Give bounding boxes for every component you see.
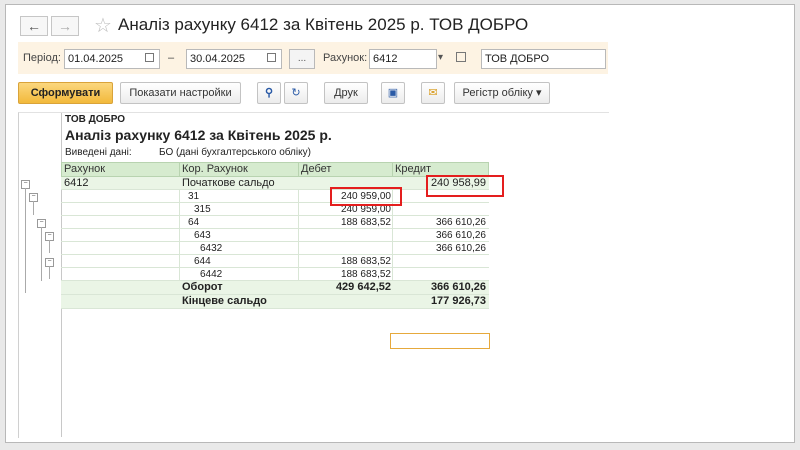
tree-line xyxy=(25,188,26,293)
header-account: Рахунок xyxy=(61,162,180,177)
table-row: 31 240 959,00 xyxy=(61,190,489,203)
cell-cursor[interactable] xyxy=(390,333,490,349)
table-row: 6442 188 683,52 xyxy=(61,268,489,281)
account-field[interactable]: 6412 xyxy=(369,49,437,69)
tree-line xyxy=(33,201,34,215)
refresh-search-button[interactable]: ↻ xyxy=(284,82,308,104)
period-label: Період: xyxy=(23,52,61,64)
favorite-star-icon[interactable]: ☆ xyxy=(94,13,112,38)
search-icon: ⚲ xyxy=(264,87,274,99)
report-title: Аналіз рахунку 6412 за Квітень 2025 р. xyxy=(65,127,332,143)
preview-button[interactable]: ▣ xyxy=(381,82,405,104)
show-settings-button[interactable]: Показати настройки xyxy=(120,82,241,104)
forward-button[interactable]: → xyxy=(51,16,79,36)
highlight-box-credit xyxy=(426,175,504,197)
table-row: 644 188 683,52 xyxy=(61,255,489,268)
envelope-icon: ✉ xyxy=(428,87,438,99)
table-row: 64 188 683,52 366 610,26 xyxy=(61,216,489,229)
data-source-value: БО (дані бухгалтерського обліку) xyxy=(159,147,311,158)
data-source-label: Виведені дані: xyxy=(65,147,132,158)
preview-icon: ▣ xyxy=(387,87,399,99)
highlight-box-debit xyxy=(330,187,402,206)
tree-line xyxy=(41,227,42,281)
table-row: 6432 366 610,26 xyxy=(61,242,489,255)
print-button[interactable]: Друк xyxy=(324,82,368,104)
header-corr-account: Кор. Рахунок xyxy=(179,162,299,177)
period-dash: – xyxy=(168,52,175,64)
refresh-icon: ↻ xyxy=(291,87,301,99)
email-button[interactable]: ✉ xyxy=(421,82,445,104)
calendar-icon[interactable] xyxy=(145,53,154,62)
arrow-left-icon: ← xyxy=(27,18,41,34)
report-window: ← → ☆ Аналіз рахунку 6412 за Квітень 202… xyxy=(5,4,795,443)
calendar-icon[interactable] xyxy=(267,53,276,62)
table-row-closing: Кінцеве сальдо 177 926,73 xyxy=(61,295,489,309)
search-button[interactable]: ⚲ xyxy=(257,82,281,104)
arrow-right-icon: → xyxy=(58,18,72,34)
table-row: 643 366 610,26 xyxy=(61,229,489,242)
table-row: 315 240 959,00 xyxy=(61,203,489,216)
report-org: ТОВ ДОБРО xyxy=(65,114,126,125)
period-select-button[interactable]: ... xyxy=(289,49,315,69)
table-row-turnover: Оборот 429 642,52 366 610,26 xyxy=(61,281,489,295)
back-button[interactable]: ← xyxy=(20,16,48,36)
tree-line xyxy=(49,266,50,279)
table-row-opening: 6412 Початкове сальдо 240 958,99 xyxy=(61,177,489,190)
open-icon[interactable] xyxy=(456,52,466,62)
header-debit: Дебет xyxy=(298,162,393,177)
account-label: Рахунок: xyxy=(323,52,368,64)
window-title: Аналіз рахунку 6412 за Квітень 2025 р. Т… xyxy=(118,15,529,34)
dropdown-arrow-icon[interactable]: ▾ xyxy=(438,52,443,63)
organization-field[interactable]: ТОВ ДОБРО xyxy=(481,49,606,69)
tree-line xyxy=(49,240,50,253)
register-button[interactable]: Регістр обліку ▾ xyxy=(454,82,550,104)
generate-button[interactable]: Сформувати xyxy=(18,82,113,104)
